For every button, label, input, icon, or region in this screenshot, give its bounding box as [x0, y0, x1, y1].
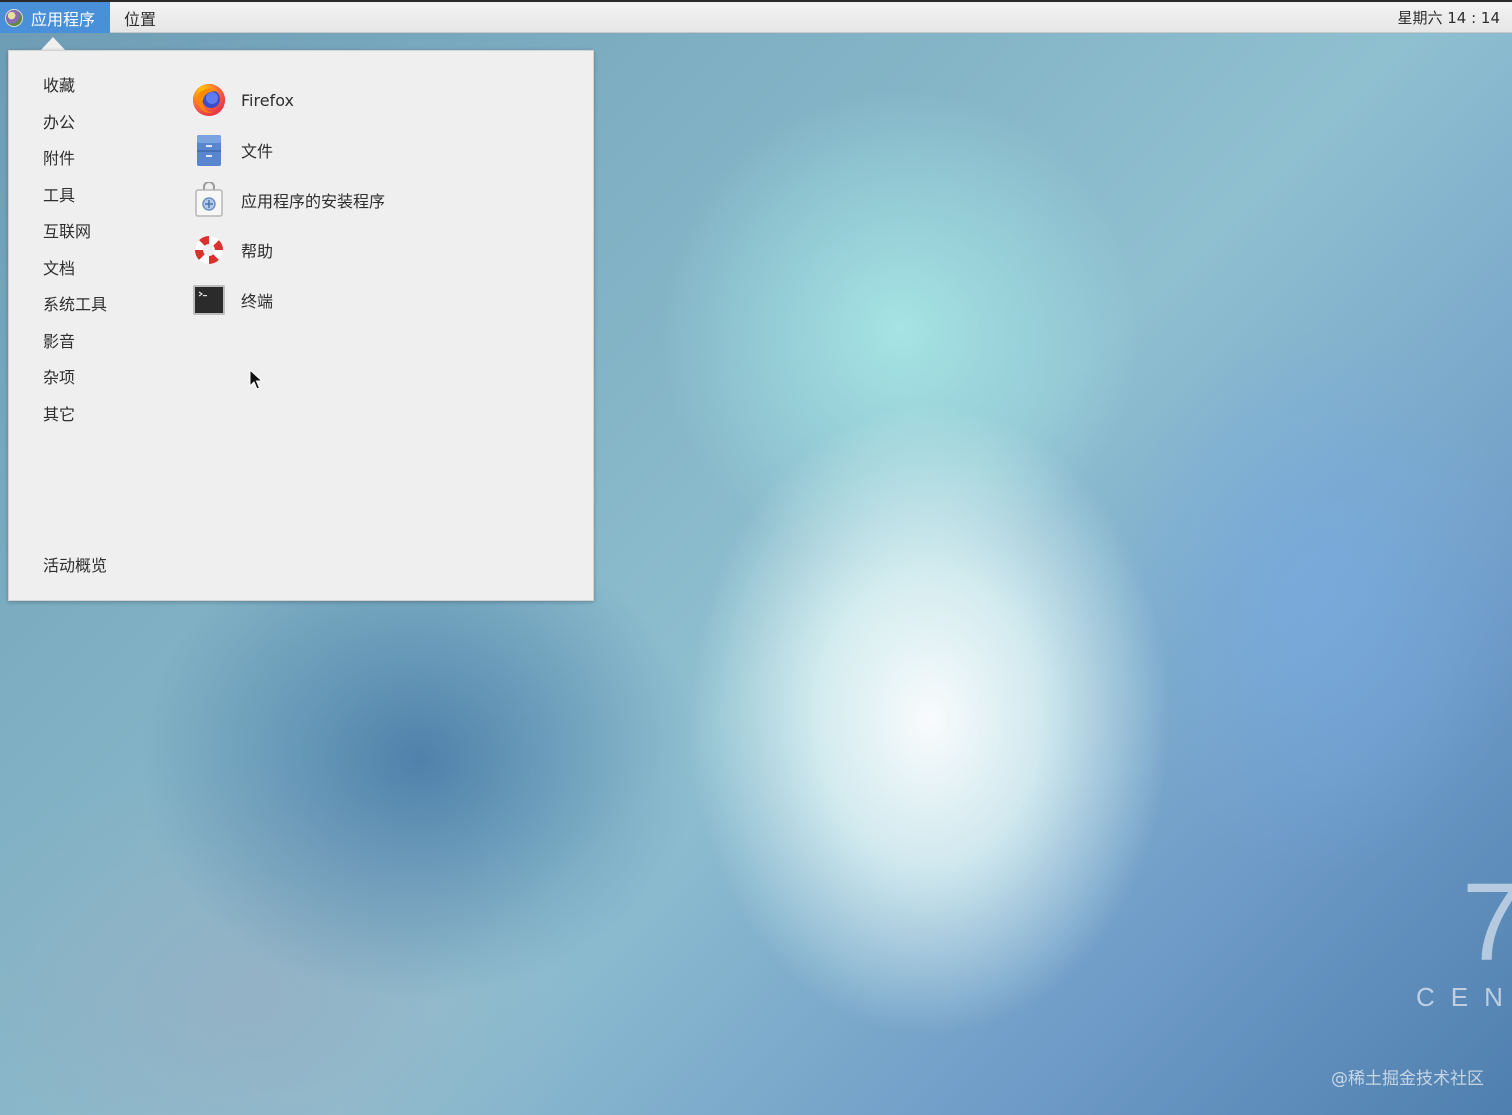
centos-brand-text: CENT: [1416, 982, 1512, 1012]
app-label-software-installer: 应用程序的安装程序: [241, 192, 386, 211]
top-bar: 应用程序 位置 星期六 14 : 14: [0, 0, 1512, 33]
category-internet[interactable]: 互联网: [43, 219, 107, 256]
terminal-icon: [191, 282, 227, 318]
category-utilities[interactable]: 工具: [43, 183, 107, 220]
places-label: 位置: [124, 9, 157, 29]
app-label-files: 文件: [241, 142, 274, 161]
app-help[interactable]: 帮助: [191, 225, 385, 275]
applications-label: 应用程序: [31, 9, 96, 29]
app-terminal[interactable]: 终端: [191, 275, 385, 325]
category-accessories[interactable]: 附件: [43, 146, 107, 183]
software-installer-icon: [191, 182, 227, 218]
places-menu-button[interactable]: 位置: [124, 2, 156, 33]
clock[interactable]: 星期六 14 : 14: [1397, 2, 1500, 33]
category-other[interactable]: 其它: [43, 402, 107, 439]
app-list: Firefox 文件 应用程序的安装程序 帮助 终端: [191, 75, 385, 325]
files-icon: [191, 132, 227, 168]
help-lifebuoy-icon: [191, 232, 227, 268]
app-firefox[interactable]: Firefox: [191, 75, 385, 125]
category-sundry[interactable]: 杂项: [43, 365, 107, 402]
applications-menu: 收藏 办公 附件 工具 互联网 文档 系统工具 影音 杂项 其它 Firefox…: [8, 50, 594, 601]
centos-version-watermark: 7: [1462, 861, 1512, 984]
centos-logo-icon: [5, 8, 23, 27]
menu-pointer-arrow: [40, 37, 66, 51]
category-office[interactable]: 办公: [43, 110, 107, 147]
app-software-installer[interactable]: 应用程序的安装程序: [191, 175, 385, 225]
app-label-terminal: 终端: [241, 292, 274, 311]
site-watermark: @稀土掘金技术社区: [1331, 1069, 1484, 1089]
activities-overview-link[interactable]: 活动概览: [43, 552, 107, 576]
mouse-cursor-icon: [249, 368, 264, 395]
app-label-firefox: Firefox: [241, 90, 294, 110]
category-system-tools[interactable]: 系统工具: [43, 292, 107, 329]
firefox-icon: [191, 82, 227, 118]
category-sound-video[interactable]: 影音: [43, 329, 107, 366]
applications-menu-button[interactable]: 应用程序: [0, 2, 110, 33]
category-documents[interactable]: 文档: [43, 256, 107, 293]
app-label-help: 帮助: [241, 242, 274, 261]
category-list: 收藏 办公 附件 工具 互联网 文档 系统工具 影音 杂项 其它: [43, 73, 107, 438]
desktop-background: 应用程序 位置 星期六 14 : 14 收藏 办公 附件 工具 互联网 文档 系…: [0, 0, 1512, 1115]
category-favorites[interactable]: 收藏: [43, 73, 107, 110]
app-files[interactable]: 文件: [191, 125, 385, 175]
